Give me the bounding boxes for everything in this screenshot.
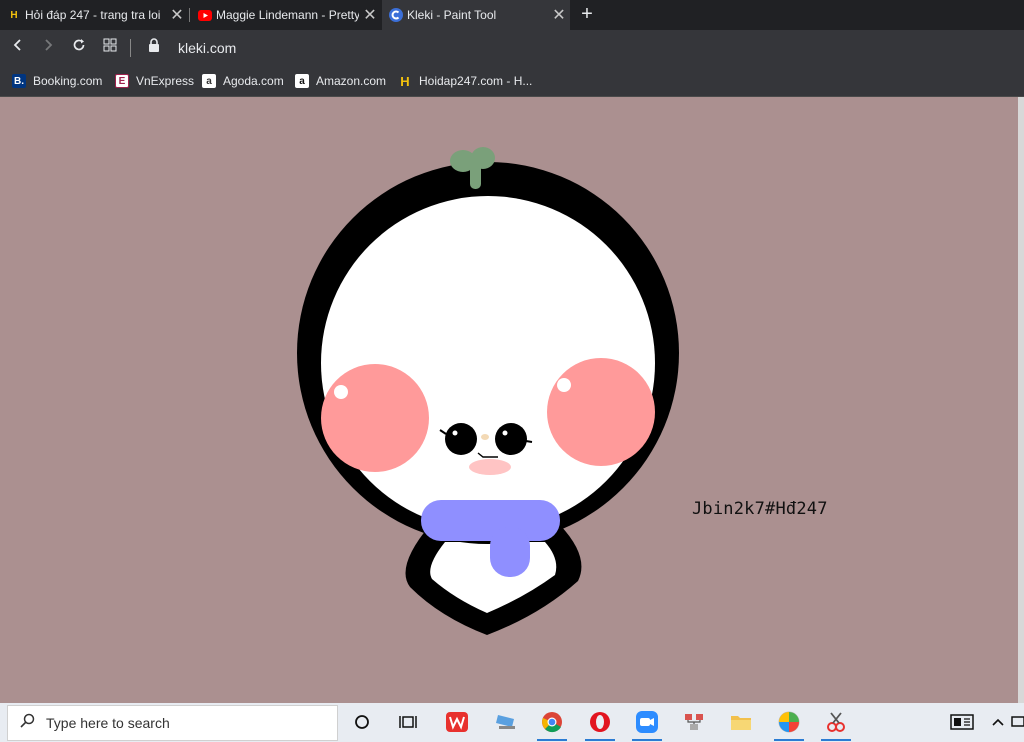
zoom-icon[interactable] — [635, 710, 659, 734]
bookmarks-bar: B. Booking.com E VnExpress a Agoda.com a… — [0, 66, 1024, 97]
snipping-tool-icon[interactable] — [824, 710, 848, 734]
search-placeholder: Type here to search — [46, 715, 170, 731]
paint-active-indicator — [774, 739, 804, 741]
bookmark-label: Agoda.com — [223, 74, 284, 88]
chevron-up-icon[interactable] — [986, 710, 1010, 734]
bookmark-label: Booking.com — [33, 74, 103, 88]
laptop-app-icon[interactable] — [494, 710, 518, 734]
bookmark-agoda[interactable]: a Agoda.com — [202, 72, 284, 90]
address-toolbar: kleki.com — [0, 30, 1024, 66]
bookmark-hoidap[interactable]: H Hoidap247.com - H... — [398, 72, 532, 90]
search-icon — [8, 713, 46, 734]
bookmark-label: Amazon.com — [316, 74, 387, 88]
hoidap-icon: H — [10, 9, 18, 21]
eye-left-shine — [452, 430, 458, 436]
eye-right — [495, 423, 527, 455]
kleki-icon — [389, 8, 403, 22]
drawing — [297, 147, 679, 635]
task-view-icon[interactable] — [396, 710, 420, 734]
hoidap-icon: H — [400, 73, 410, 89]
tab-title: Hỏi đáp 247 - trang tra loi — [25, 8, 161, 22]
news-widget-icon[interactable] — [950, 710, 974, 734]
lock-icon[interactable] — [144, 38, 164, 58]
agoda-icon: a — [202, 74, 216, 88]
tab-separator — [189, 8, 190, 22]
tab-youtube[interactable]: Maggie Lindemann - Pretty ✕ — [191, 0, 381, 30]
tab-kleki[interactable]: Kleki - Paint Tool ✕ — [382, 0, 570, 30]
paint-app-icon[interactable] — [777, 710, 801, 734]
tab-hoidap[interactable]: H Hỏi đáp 247 - trang tra loi ✕ — [0, 0, 188, 30]
chrome-active-indicator — [537, 739, 567, 741]
taskbar-search[interactable]: Type here to search — [7, 705, 338, 741]
eyelash-right — [525, 440, 533, 443]
network-app-icon[interactable] — [682, 710, 706, 734]
signature-text: Jbin2k7#Hđ247 — [692, 499, 828, 519]
bookmark-vnexpress[interactable]: E VnExpress — [115, 72, 194, 90]
snipping-active-indicator — [821, 739, 851, 741]
amazon-icon: a — [295, 74, 309, 88]
url-field[interactable]: kleki.com — [178, 40, 236, 56]
close-icon[interactable]: ✕ — [359, 5, 381, 25]
opera-icon[interactable] — [588, 710, 612, 734]
bookmark-label: VnExpress — [136, 74, 195, 88]
nose — [481, 434, 489, 440]
zoom-active-indicator — [632, 739, 662, 741]
sprout-stem — [470, 161, 481, 189]
new-tab-button[interactable]: + — [576, 3, 598, 27]
cortana-icon[interactable] — [350, 710, 374, 734]
eye-left — [445, 423, 477, 455]
drawing-canvas[interactable]: Jbin2k7#Hđ247 — [0, 97, 1020, 703]
close-icon[interactable]: ✕ — [548, 5, 570, 25]
cheek-left-shine — [334, 385, 348, 399]
cheek-right-shine — [557, 378, 571, 392]
opera-active-indicator — [585, 739, 615, 741]
youtube-icon — [198, 8, 212, 22]
cheek-left — [321, 364, 429, 472]
reload-icon[interactable] — [69, 38, 89, 58]
bookmark-amazon[interactable]: a Amazon.com — [295, 72, 386, 90]
canvas-scrollbar[interactable] — [1018, 97, 1024, 703]
scarf — [421, 500, 560, 541]
booking-icon: B. — [12, 74, 26, 88]
tab-title: Maggie Lindemann - Pretty — [216, 8, 359, 22]
back-icon[interactable] — [8, 38, 28, 58]
forward-icon[interactable] — [38, 38, 58, 58]
network-tray-icon[interactable] — [1010, 710, 1024, 734]
vnexpress-icon: E — [115, 74, 129, 88]
chrome-icon[interactable] — [540, 710, 564, 734]
close-icon[interactable]: ✕ — [166, 5, 188, 25]
windows-taskbar: Type here to search — [0, 703, 1024, 742]
blush — [469, 459, 511, 475]
eye-right-shine — [502, 430, 508, 436]
cheek-right — [547, 358, 655, 466]
bookmark-label: Hoidap247.com - H... — [419, 74, 533, 88]
tab-strip: H Hỏi đáp 247 - trang tra loi ✕ Maggie L… — [0, 0, 1024, 30]
bookmark-booking[interactable]: B. Booking.com — [12, 72, 102, 90]
file-explorer-icon[interactable] — [729, 710, 753, 734]
tab-title: Kleki - Paint Tool — [407, 8, 497, 22]
apps-grid-icon[interactable] — [100, 38, 120, 58]
toolbar-divider — [130, 39, 131, 57]
scarf-tail — [490, 527, 530, 577]
wps-office-icon[interactable] — [445, 710, 469, 734]
